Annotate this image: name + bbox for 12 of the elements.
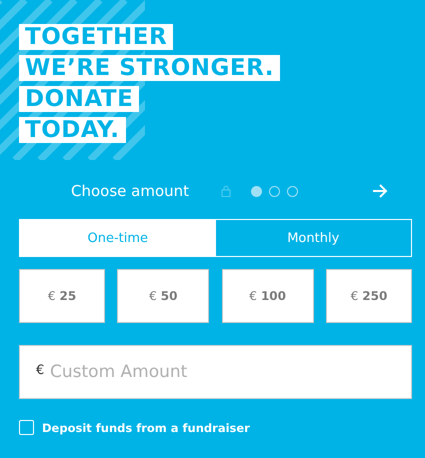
currency-symbol: € xyxy=(36,363,44,378)
checkbox[interactable] xyxy=(19,420,34,435)
lock-icon xyxy=(221,185,231,197)
step-title: Choose amount xyxy=(71,182,190,200)
frequency-tab[interactable]: One-time xyxy=(20,220,216,256)
amount-button[interactable]: € 100 xyxy=(222,269,314,323)
checkbox-label: Deposit funds from a fundraiser xyxy=(42,420,250,434)
amount-button[interactable]: € 25 xyxy=(19,269,105,323)
amount-button[interactable]: € 50 xyxy=(117,269,210,323)
frequency-tab[interactable]: Monthly xyxy=(216,220,411,256)
next-button[interactable] xyxy=(372,184,388,198)
amount-button[interactable]: € 250 xyxy=(326,269,412,323)
